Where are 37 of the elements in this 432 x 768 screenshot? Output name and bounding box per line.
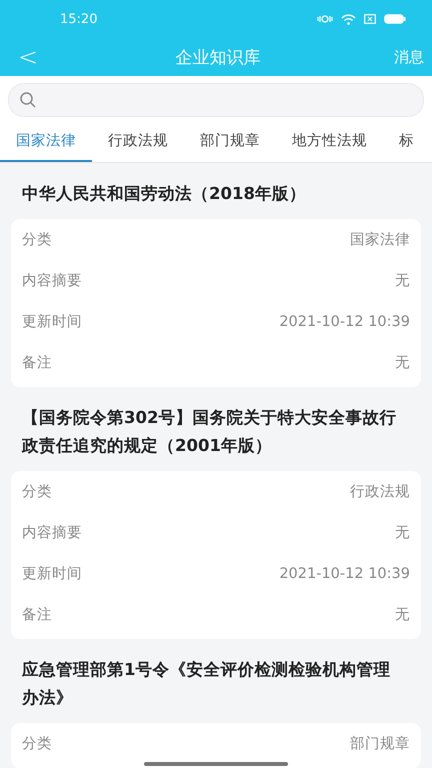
law-title[interactable]: 中华人民共和国劳动法（2018年版） bbox=[11, 163, 421, 219]
field-value: 部门规章 bbox=[350, 734, 410, 753]
law-title[interactable]: 【国务院令第302号】国务院关于特大安全事故行政责任追究的规定（2001年版） bbox=[11, 387, 421, 471]
category-tab[interactable]: 标 bbox=[383, 121, 430, 162]
field-value: 无 bbox=[395, 272, 410, 290]
law-title[interactable]: 应急管理部第1号令《安全评价检测检验机构管理办法》 bbox=[11, 639, 421, 723]
battery-icon bbox=[384, 14, 406, 24]
field-value: 国家法律 bbox=[350, 230, 410, 249]
sim-icon bbox=[364, 14, 376, 24]
field-label: 分类 bbox=[22, 735, 52, 753]
field-label: 更新时间 bbox=[22, 312, 82, 331]
search-field[interactable] bbox=[8, 83, 424, 117]
field-value: 2021-10-12 10:39 bbox=[279, 314, 410, 330]
field-value: 2021-10-12 10:39 bbox=[279, 566, 410, 582]
field-label: 内容摘要 bbox=[22, 272, 82, 290]
law-card[interactable]: 分类 国家法律 内容摘要 无 更新时间 2021-10-12 10:39 备注 无 bbox=[11, 219, 421, 387]
category-tab[interactable]: 地方性法规 bbox=[276, 121, 383, 162]
field-value: 无 bbox=[395, 524, 410, 542]
field-label: 内容摘要 bbox=[22, 524, 82, 542]
field-label: 分类 bbox=[22, 483, 52, 501]
category-tab[interactable]: 部门规章 bbox=[184, 121, 276, 162]
search-icon bbox=[19, 91, 37, 109]
field-value: 行政法规 bbox=[350, 483, 410, 501]
law-card[interactable]: 分类 行政法规 内容摘要 无 更新时间 2021-10-12 10:39 备注 无 bbox=[11, 471, 421, 639]
field-label: 备注 bbox=[22, 606, 52, 624]
wifi-icon bbox=[341, 14, 356, 24]
clock: 15:20 bbox=[60, 12, 98, 26]
field-label: 分类 bbox=[22, 231, 52, 249]
law-card[interactable]: 分类 部门规章 bbox=[11, 723, 421, 768]
field-label: 备注 bbox=[22, 354, 52, 372]
field-value: 无 bbox=[395, 606, 410, 624]
vibrate-icon bbox=[317, 14, 333, 24]
page-title: 企业知识库 bbox=[176, 46, 261, 68]
field-value: 无 bbox=[395, 354, 410, 372]
field-label: 更新时间 bbox=[22, 564, 82, 583]
category-tab[interactable]: 行政法规 bbox=[92, 121, 184, 162]
category-tab[interactable]: 国家法律 bbox=[0, 121, 92, 162]
